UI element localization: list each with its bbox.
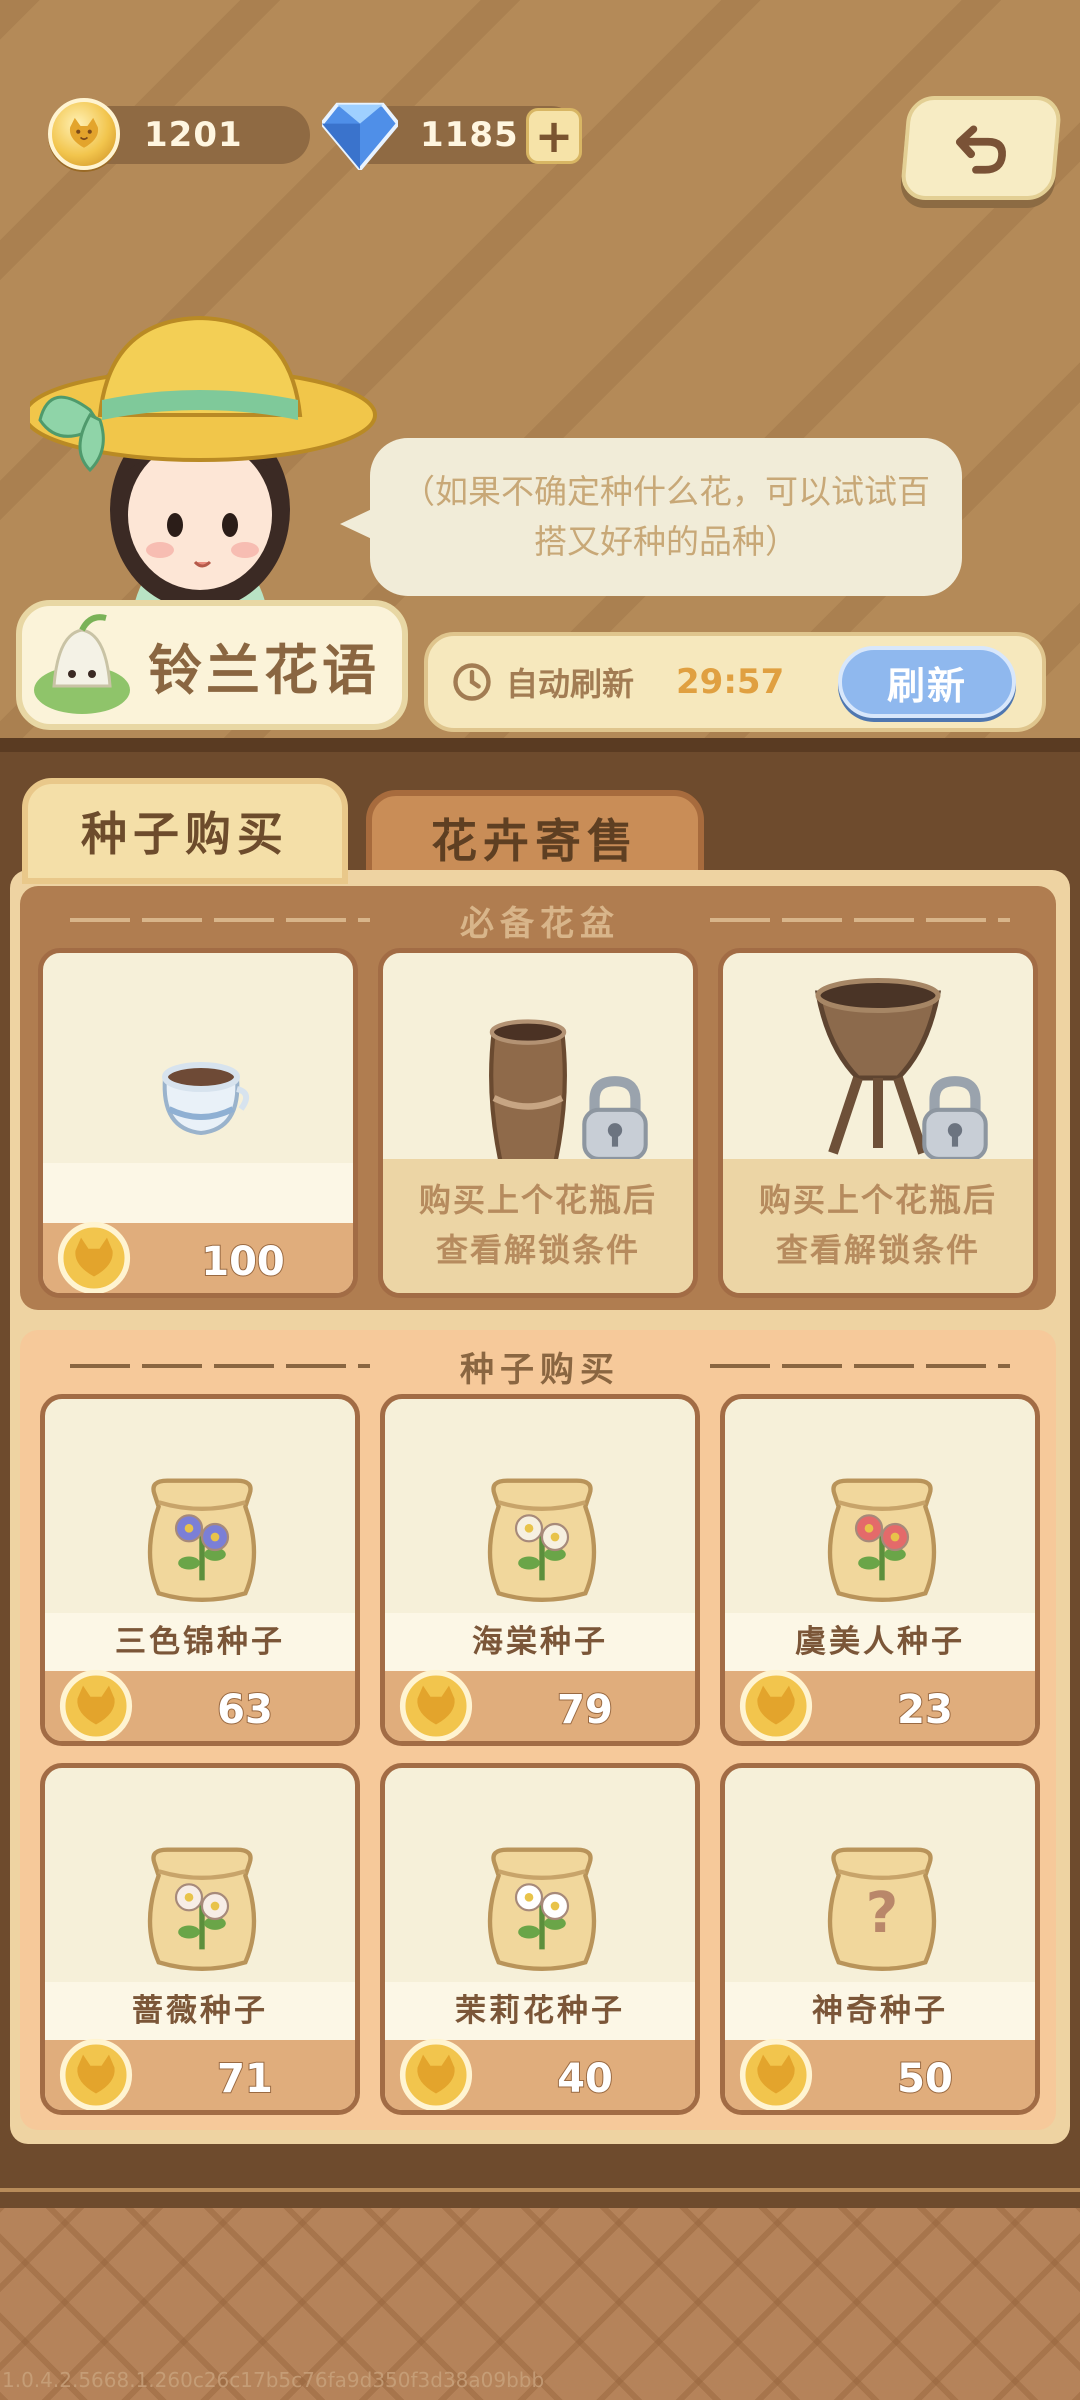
gem-amount: 1185 — [420, 115, 519, 155]
svg-text:?: ? — [866, 1881, 899, 1946]
coin-icon — [57, 1221, 131, 1293]
back-button[interactable] — [899, 96, 1063, 200]
seed-name: 三色锦种子 — [45, 1613, 355, 1671]
coin-icon — [59, 2038, 133, 2110]
seed-price: 50 — [896, 2055, 954, 2103]
npc-character — [30, 315, 377, 630]
pots-section-title: 必备花盆 — [0, 896, 1080, 945]
seed-card[interactable]: ? 神奇种子 50 — [720, 1763, 1040, 2115]
seed-bag-icon — [147, 1478, 257, 1602]
seed-bag-icon — [147, 1847, 257, 1971]
seed-name: 蔷薇种子 — [45, 1982, 355, 2040]
seed-price: 71 — [216, 2055, 274, 2103]
build-id: 1.0.4.2.5668.1.260c26c17b5c76fa9d350f3d3… — [2, 2368, 545, 2392]
seed-bag-icon — [487, 1847, 597, 1971]
shop-title-badge: 铃兰花语 — [16, 600, 408, 730]
pot-name-strip — [43, 1163, 353, 1223]
unlock-hint: 购买上个花瓶后查看解锁条件 — [383, 1159, 693, 1293]
seeds-section-title: 种子购买 — [0, 1342, 1080, 1391]
seed-card[interactable]: 虞美人种子 23 — [720, 1394, 1040, 1746]
diamond-icon — [322, 102, 398, 170]
refresh-button[interactable]: 刷新 — [838, 646, 1016, 718]
coin-icon — [739, 1669, 813, 1741]
seed-card[interactable]: 海棠种子 79 — [380, 1394, 700, 1746]
shop-title: 铃兰花语 — [148, 638, 380, 702]
npc-speech-bubble: （如果不确定种什么花，可以试试百搭又好种的品种） — [340, 438, 962, 596]
npc-dialogue: （如果不确定种什么花，可以试试百搭又好种的品种） — [402, 472, 930, 561]
seed-bag-icon — [487, 1478, 597, 1602]
refresh-bar: 自动刷新 29:57 刷新 — [424, 632, 1046, 732]
pot-card[interactable]: 100 — [38, 948, 358, 1298]
pot-card[interactable]: 购买上个花瓶后查看解锁条件 — [718, 948, 1038, 1298]
plus-icon: + — [534, 109, 574, 163]
seed-name: 神奇种子 — [725, 1982, 1035, 2040]
white-jar-pot-icon — [162, 1062, 250, 1136]
seed-card[interactable]: 三色锦种子 63 — [40, 1394, 360, 1746]
lock-icon — [582, 1076, 648, 1161]
seed-card[interactable]: 茉莉花种子 40 — [380, 1763, 700, 2115]
seed-bag-icon — [827, 1478, 937, 1602]
coin-amount: 1201 — [144, 115, 243, 155]
seed-name: 茉莉花种子 — [385, 1982, 695, 2040]
seed-name: 虞美人种子 — [725, 1613, 1035, 1671]
refresh-timer: 29:57 — [676, 662, 785, 702]
unlock-hint: 购买上个花瓶后查看解锁条件 — [723, 1159, 1033, 1293]
pot-price: 100 — [200, 1238, 286, 1286]
pot-card[interactable]: 购买上个花瓶后查看解锁条件 — [378, 948, 698, 1298]
undo-arrow-icon — [955, 125, 1006, 174]
clock-icon — [453, 663, 491, 701]
seed-card[interactable]: 蔷薇种子 71 — [40, 1763, 360, 2115]
coin-icon — [59, 1669, 133, 1741]
auto-refresh-label: 自动刷新 — [506, 665, 635, 703]
seed-price: 63 — [216, 1686, 274, 1734]
seed-price: 79 — [556, 1686, 614, 1734]
seed-price: 23 — [896, 1686, 954, 1734]
tab-seed-purchase[interactable]: 种子购买 — [22, 778, 348, 884]
lock-icon — [922, 1076, 988, 1161]
add-gems-button[interactable]: + — [526, 108, 582, 164]
lily-of-the-valley-icon — [34, 614, 130, 714]
seed-name: 海棠种子 — [385, 1613, 695, 1671]
coin-icon — [399, 2038, 473, 2110]
coin-icon — [399, 1669, 473, 1741]
seed-bag-icon: ? — [827, 1847, 937, 1971]
seed-price: 40 — [556, 2055, 614, 2103]
coin-icon — [48, 98, 120, 170]
coin-icon — [739, 2038, 813, 2110]
coin-balance: 1201 — [48, 98, 310, 170]
